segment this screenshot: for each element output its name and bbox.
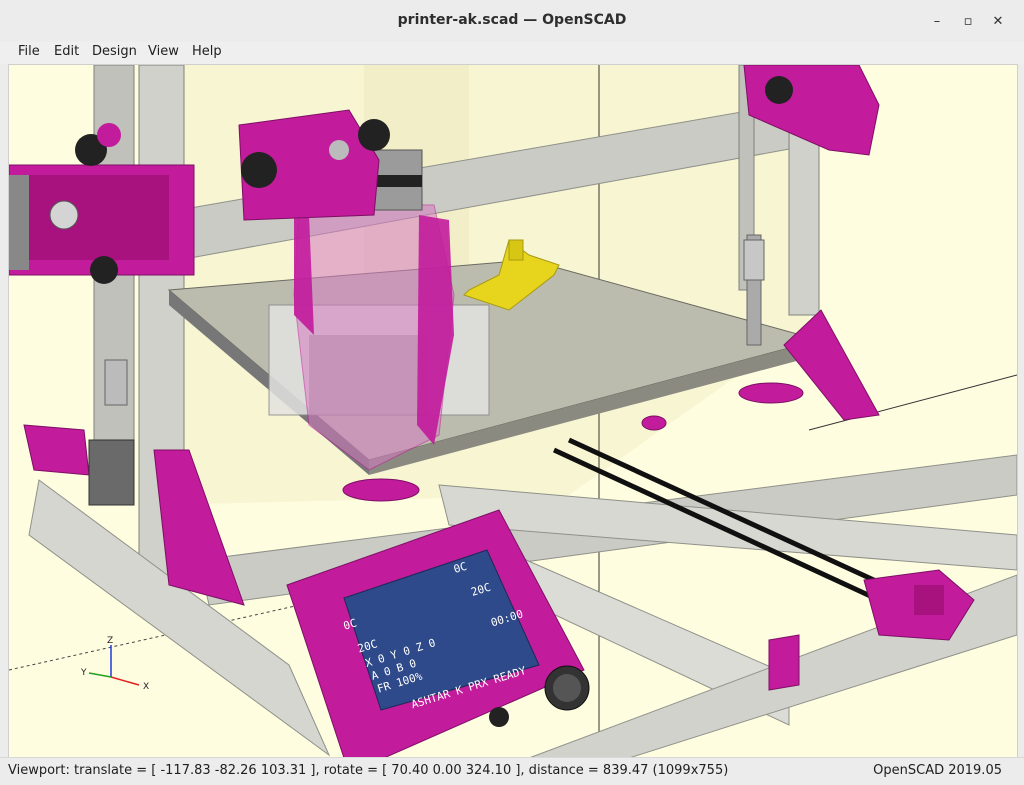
scene-render: 0C 20C 0C 20C X 0 Y 0 Z 0 00:00 A 0 B 0 … — [9, 65, 1017, 758]
menu-design[interactable]: Design — [88, 44, 141, 59]
close-button[interactable]: ✕ — [986, 9, 1010, 33]
window-title: printer-ak.scad — OpenSCAD — [397, 12, 627, 28]
axes-indicator: Z Y X — [80, 636, 149, 692]
status-bar: Viewport: translate = [ -117.83 -82.26 1… — [0, 757, 1024, 785]
menu-view[interactable]: View — [144, 44, 183, 59]
viewport-status: Viewport: translate = [ -117.83 -82.26 1… — [8, 763, 729, 778]
menu-bar: File Edit Design View Help — [0, 42, 1024, 64]
menu-edit[interactable]: Edit — [50, 44, 83, 59]
axis-x-label: X — [143, 682, 149, 692]
3d-viewport[interactable]: 0C 20C 0C 20C X 0 Y 0 Z 0 00:00 A 0 B 0 … — [8, 64, 1018, 759]
menu-help[interactable]: Help — [188, 44, 226, 59]
minimize-button[interactable]: – — [925, 9, 949, 33]
axis-y-label: Y — [80, 668, 87, 678]
title-bar: printer-ak.scad — OpenSCAD – ▫ ✕ — [0, 0, 1024, 43]
axis-z-label: Z — [107, 636, 113, 646]
maximize-button[interactable]: ▫ — [956, 9, 980, 33]
menu-file[interactable]: File — [14, 44, 44, 59]
version-label: OpenSCAD 2019.05 — [873, 763, 1002, 778]
